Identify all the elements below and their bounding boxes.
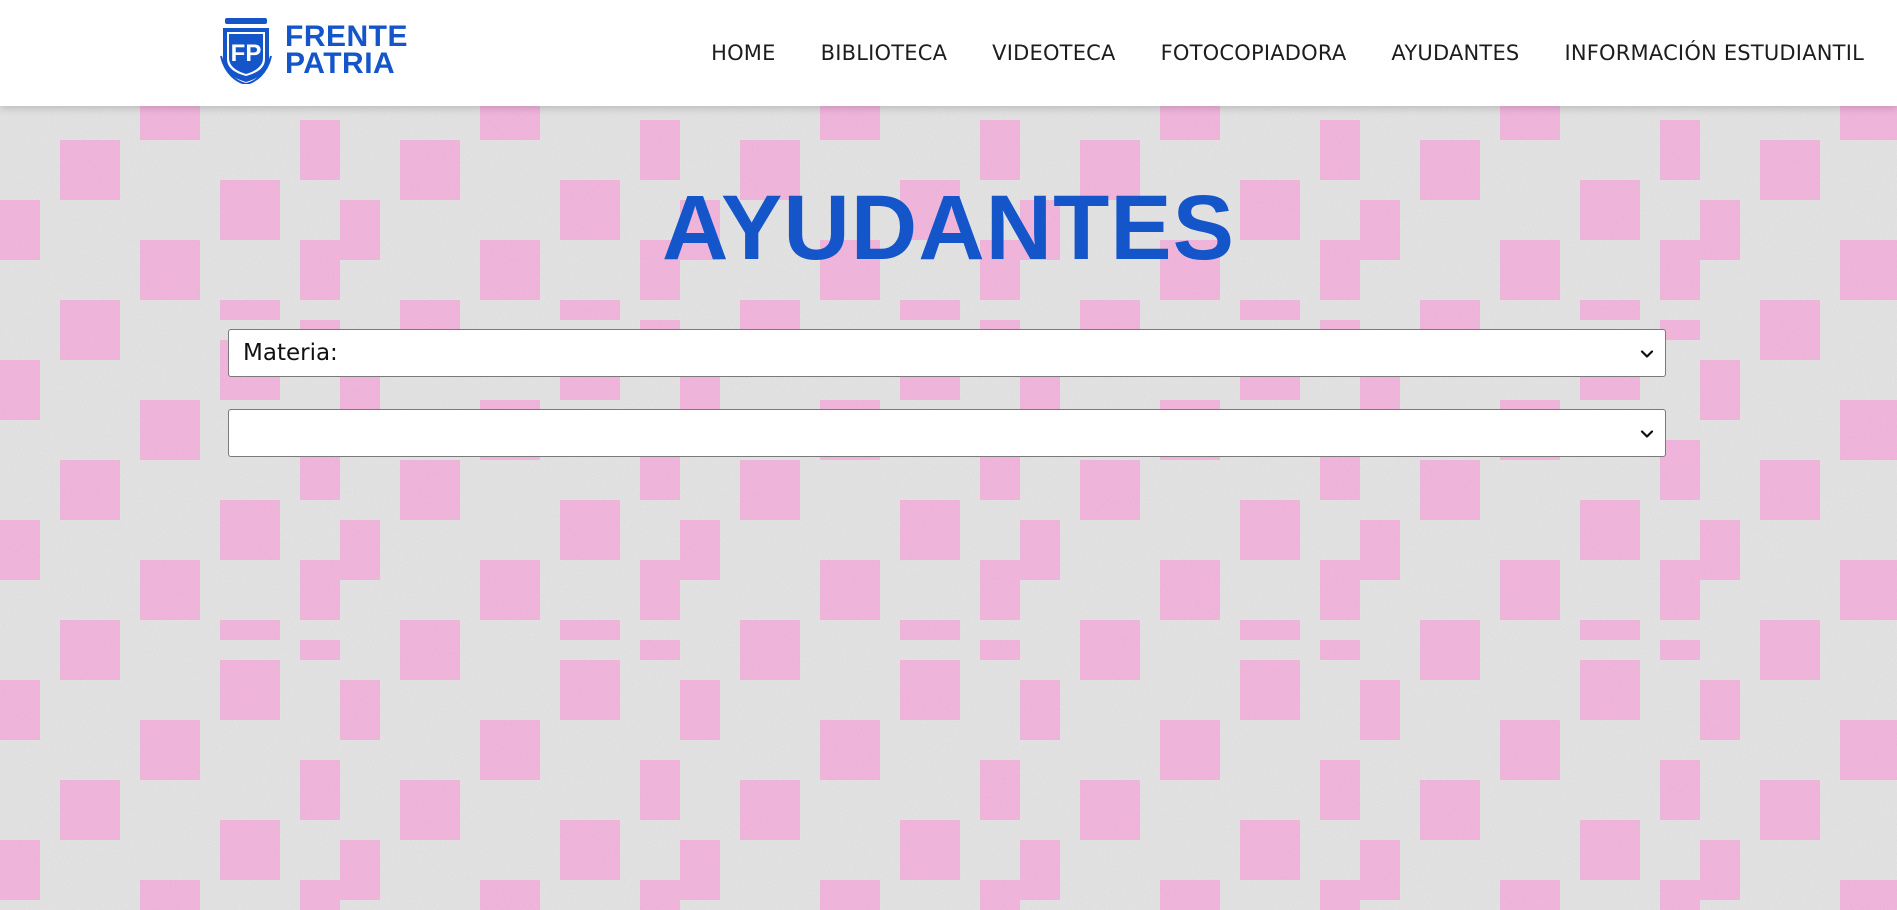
- materia-select-value: Materia:: [243, 340, 338, 366]
- ayudante-select[interactable]: [228, 409, 1666, 457]
- frente-patria-shield-logo: FP: [220, 18, 272, 84]
- page: FP FRENTE PATRIA HOME BIBLIOTECA VIDEOTE…: [0, 0, 1897, 910]
- nav-item-fotocopiadora[interactable]: FOTOCOPIADORA: [1161, 41, 1347, 65]
- nav-item-informacion-estudiantil[interactable]: INFORMACIÓN ESTUDIANTIL: [1564, 41, 1864, 65]
- nav-item-biblioteca[interactable]: BIBLIOTECA: [821, 41, 948, 65]
- brand-line-2: PATRIA: [285, 47, 396, 80]
- brand-name: FRENTE PATRIA: [285, 20, 408, 80]
- main-nav: HOME BIBLIOTECA VIDEOTECA FOTOCOPIADORA …: [711, 0, 1864, 106]
- nav-item-ayudantes[interactable]: AYUDANTES: [1391, 41, 1519, 65]
- nav-item-videoteca[interactable]: VIDEOTECA: [992, 41, 1115, 65]
- chevron-down-icon: [1640, 430, 1654, 438]
- svg-text:FP: FP: [231, 40, 262, 67]
- brand-logo[interactable]: FP FRENTE PATRIA: [219, 16, 408, 84]
- chevron-down-icon: [1640, 350, 1654, 358]
- page-title: AYUDANTES: [661, 177, 1236, 279]
- brand-line-1: FRENTE: [285, 20, 408, 53]
- nav-item-home[interactable]: HOME: [711, 41, 776, 65]
- site-header: FP FRENTE PATRIA HOME BIBLIOTECA VIDEOTE…: [0, 0, 1897, 106]
- materia-select[interactable]: Materia:: [228, 329, 1666, 377]
